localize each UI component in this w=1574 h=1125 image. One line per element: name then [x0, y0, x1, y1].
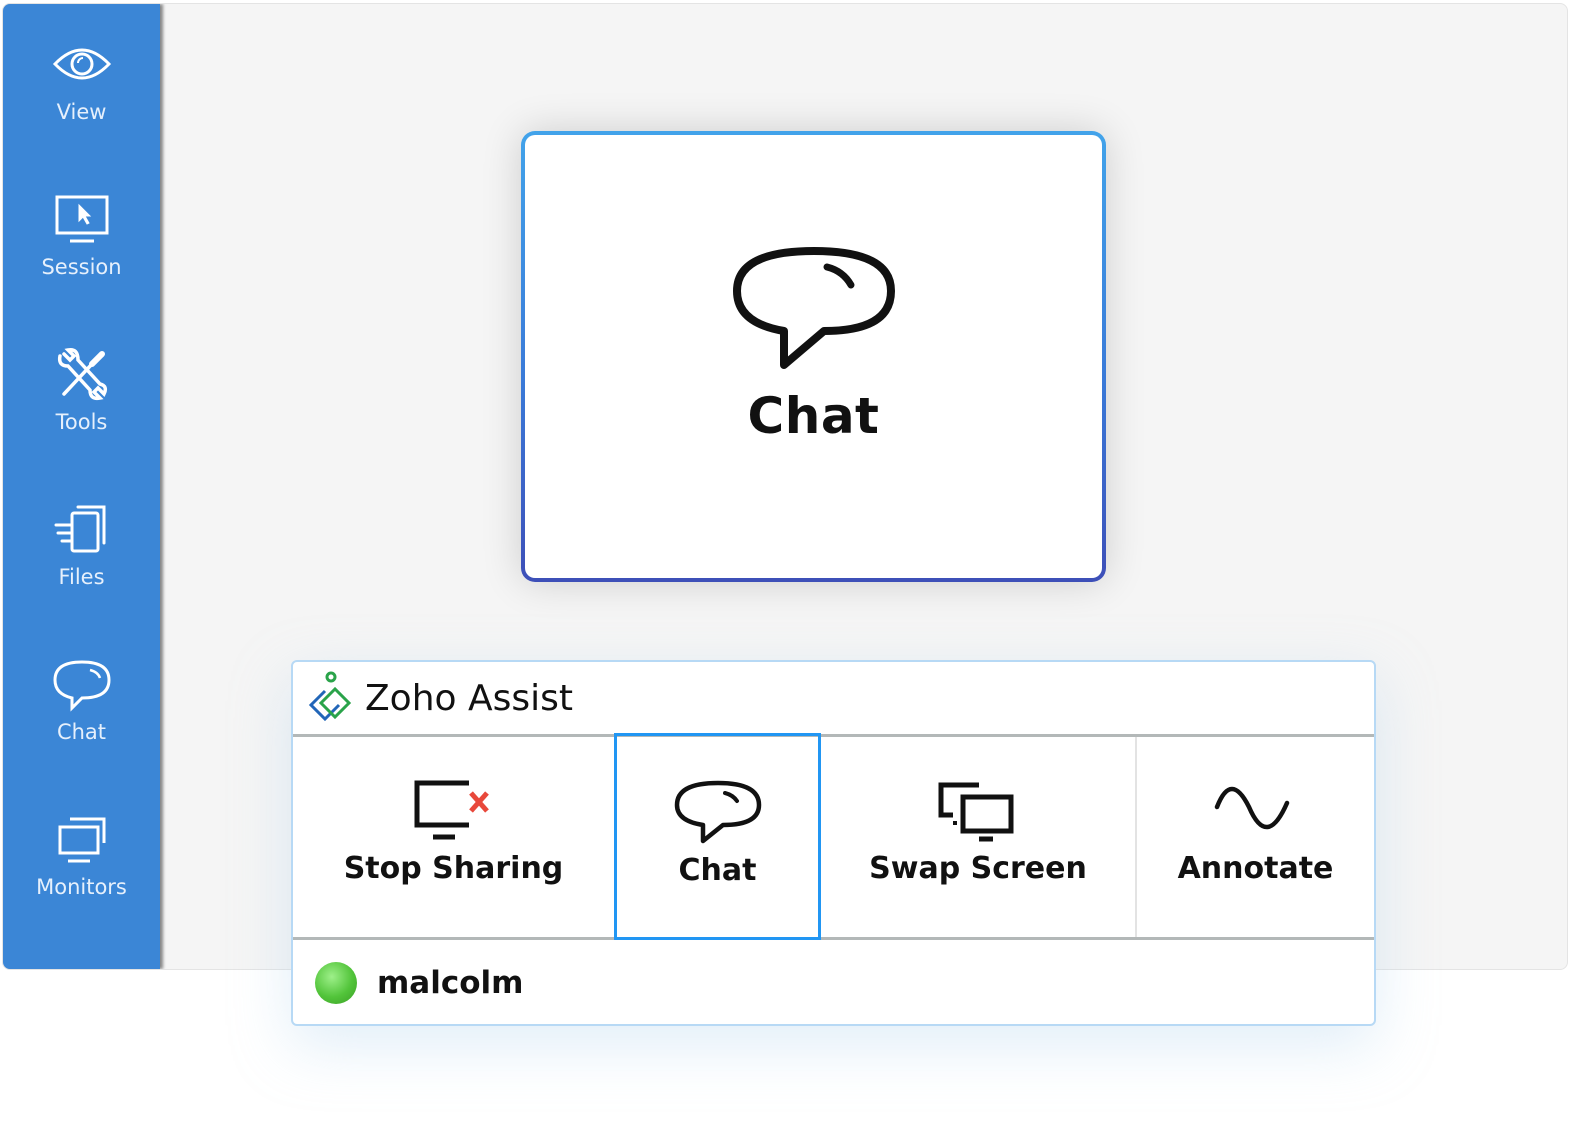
- sidebar-item-label: Files: [58, 565, 105, 589]
- swap-screen-icon: [938, 782, 1014, 842]
- chat-bubble-icon: [674, 780, 761, 844]
- tool-label: Chat: [678, 853, 757, 888]
- sidebar-item-label: Chat: [56, 720, 107, 744]
- zoho-assist-logo-icon: [308, 671, 352, 722]
- chat-bubble-icon: [732, 247, 895, 369]
- username: malcolm: [377, 965, 524, 1001]
- swap-screen-button[interactable]: Swap Screen: [821, 737, 1137, 937]
- online-status-icon: [315, 962, 357, 1004]
- monitor-cursor-icon: [55, 195, 108, 243]
- sidebar-item-label: Tools: [55, 410, 108, 434]
- tools-icon: [57, 347, 107, 401]
- annotate-button[interactable]: Annotate: [1137, 737, 1374, 937]
- brand-title: Zoho Assist: [365, 677, 573, 719]
- sidebar: View Session Tools Files Chat Monitors: [3, 4, 160, 969]
- stop-sharing-icon: [414, 780, 489, 840]
- toolbar-header: Zoho Assist: [293, 662, 1374, 737]
- sidebar-item-label: Session: [41, 255, 122, 279]
- tool-label: Swap Screen: [869, 851, 1087, 886]
- zoho-assist-toolbar: Zoho Assist Stop Sharing Chat Swap Scree…: [291, 660, 1376, 1026]
- sidebar-item-view[interactable]: View: [3, 34, 160, 164]
- popup-label: Chat: [747, 387, 880, 445]
- files-icon: [54, 505, 105, 553]
- chat-popup-inner: Chat: [525, 135, 1102, 578]
- tool-label: Stop Sharing: [343, 851, 564, 886]
- chat-popup-card[interactable]: Chat: [521, 131, 1106, 582]
- sidebar-item-label: Monitors: [36, 875, 127, 899]
- tool-row: Stop Sharing Chat Swap Screen Annotate: [293, 733, 1374, 940]
- sidebar-item-tools[interactable]: Tools: [3, 344, 160, 474]
- sidebar-item-label: View: [56, 100, 107, 124]
- sidebar-item-chat[interactable]: Chat: [3, 654, 160, 784]
- annotate-wave-icon: [1214, 786, 1289, 830]
- chat-button[interactable]: Chat: [614, 733, 821, 940]
- eye-icon: [52, 48, 111, 80]
- sidebar-item-session[interactable]: Session: [3, 189, 160, 319]
- sidebar-item-monitors[interactable]: Monitors: [3, 809, 160, 939]
- stop-sharing-button[interactable]: Stop Sharing: [293, 737, 614, 937]
- user-row: malcolm: [293, 940, 1374, 1026]
- monitors-icon: [58, 817, 105, 863]
- tool-label: Annotate: [1177, 851, 1334, 886]
- sidebar-item-files[interactable]: Files: [3, 499, 160, 629]
- chat-bubble-icon: [52, 660, 111, 712]
